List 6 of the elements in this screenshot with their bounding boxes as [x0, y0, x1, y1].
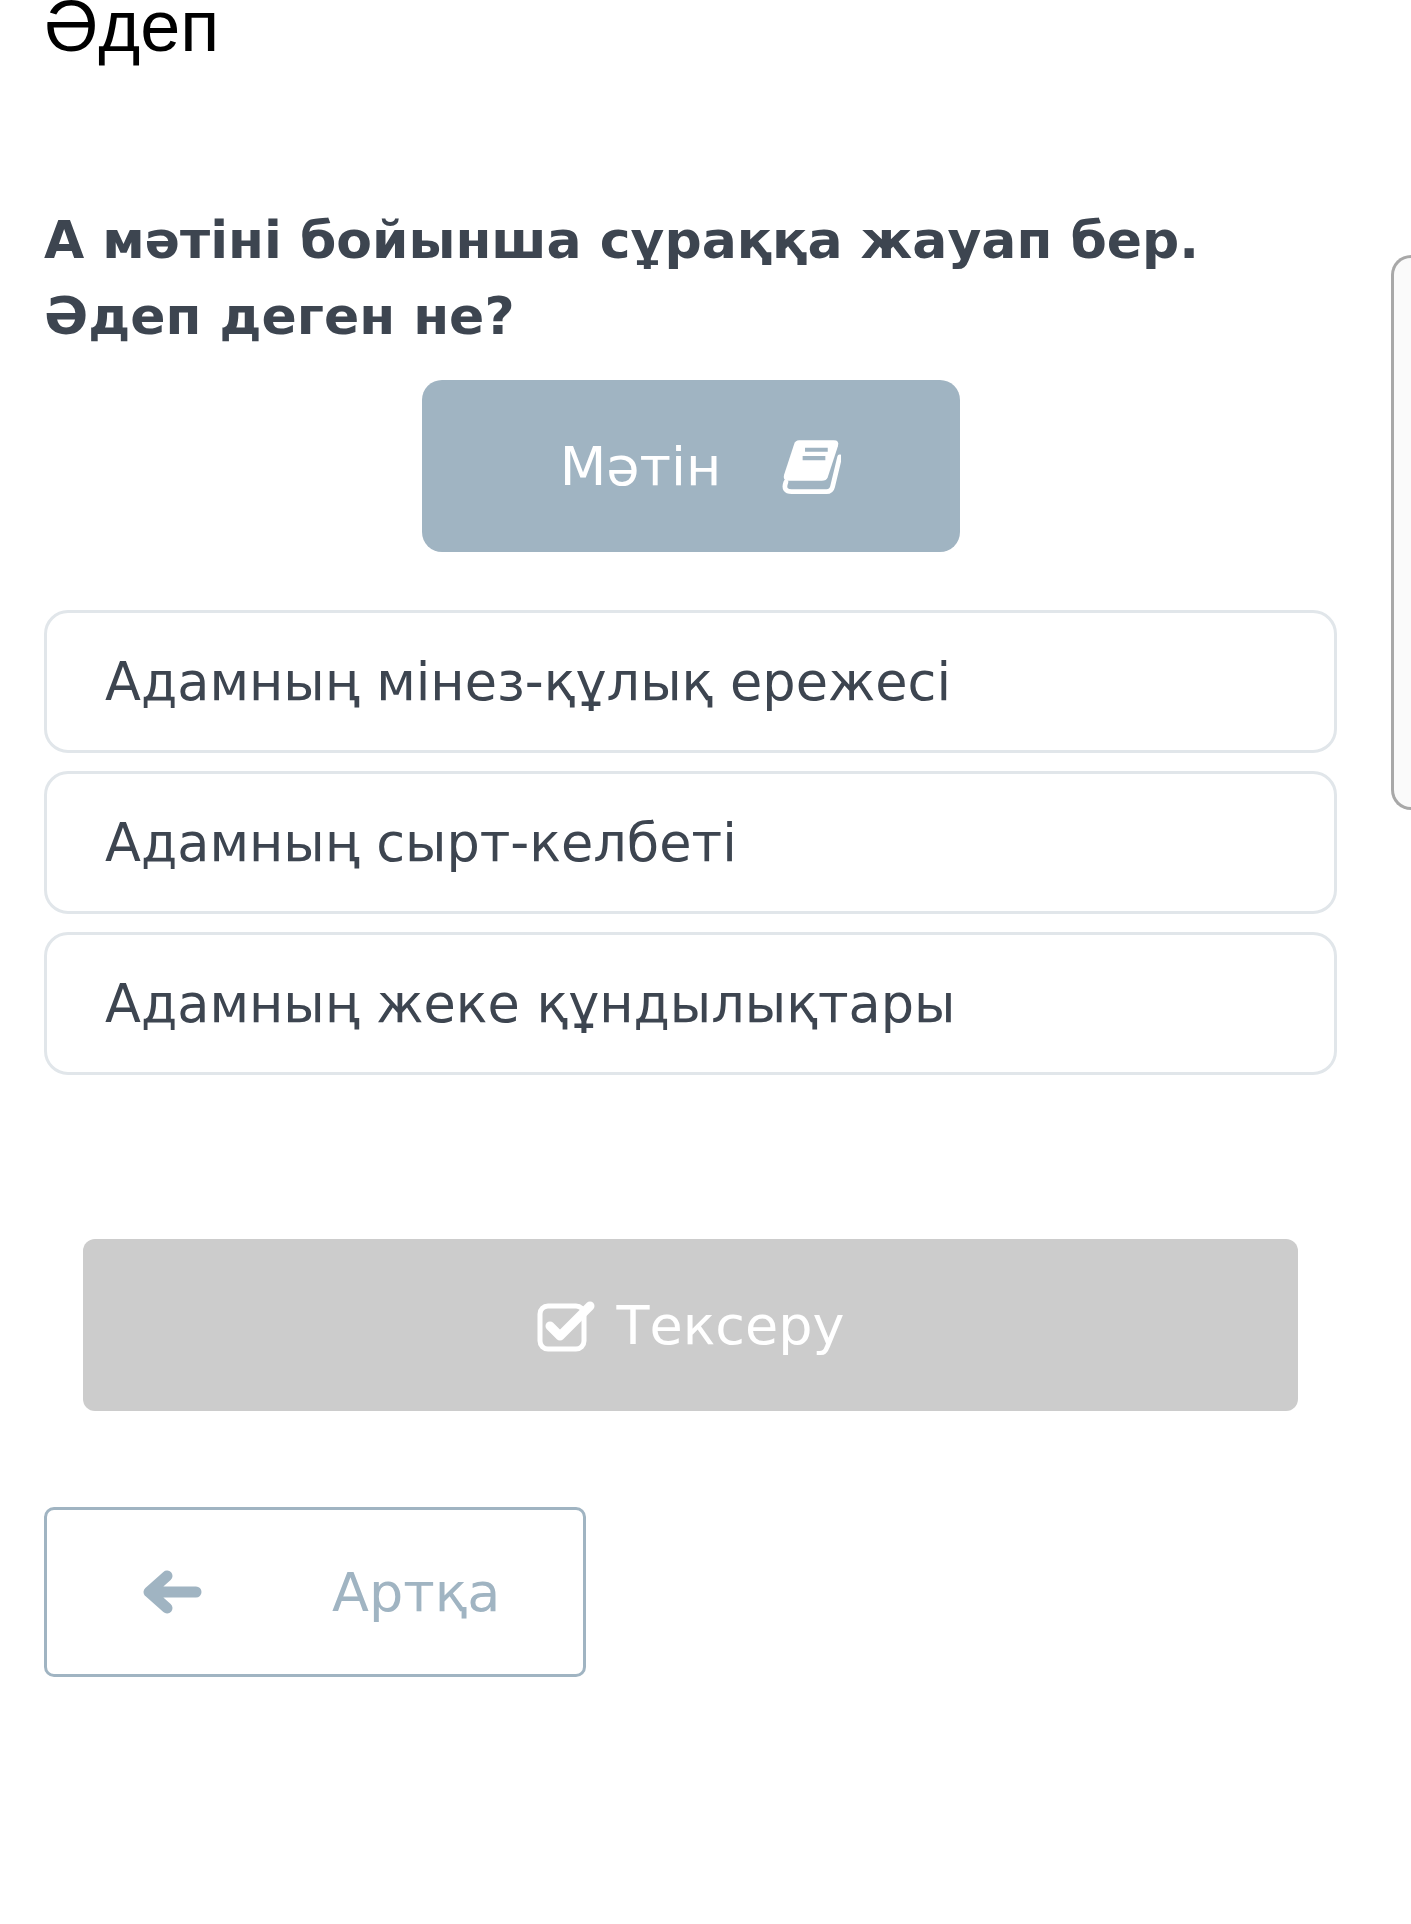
- answer-option[interactable]: Адамның жеке құндылықтары: [44, 932, 1337, 1075]
- answer-option[interactable]: Адамның мінез-құлық ережесі: [44, 610, 1337, 753]
- question-text: А мәтіні бойынша сұраққа жауап бер. Әдеп деген не?: [44, 209, 1199, 348]
- book-icon: [781, 438, 842, 494]
- arrow-left-icon: [142, 1570, 202, 1614]
- answer-option[interactable]: Адамның сырт-келбеті: [44, 771, 1337, 914]
